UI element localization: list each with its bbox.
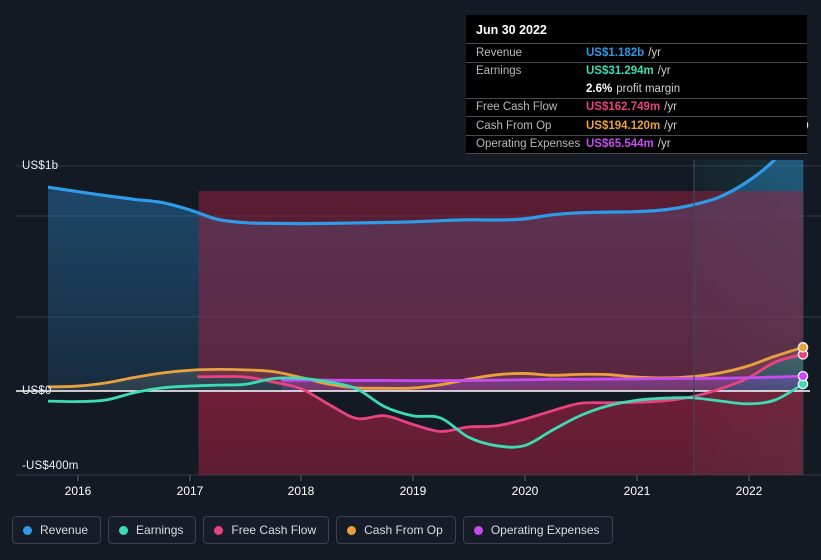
x-axis-label-2020: 2020 — [511, 484, 539, 498]
legend-item-label: Revenue — [40, 523, 89, 537]
x-axis-ticks — [77, 475, 750, 481]
legend-item-label: Earnings — [136, 523, 184, 537]
tooltip-row: Free Cash Flow US$162.749m/yr — [466, 97, 807, 117]
tooltip-row-value: 2.6% — [586, 82, 613, 95]
legend-color-dot-icon — [214, 525, 224, 535]
data-tooltip: Jun 30 2022 Revenue US$1.182b/yr Earnings U… — [466, 15, 807, 154]
legend-item-label: Free Cash Flow — [231, 523, 317, 537]
tooltip-bottom-rule — [466, 153, 807, 154]
x-axis-label-2017: 2017 — [176, 484, 204, 498]
tooltip-row-unit: /yr — [648, 46, 661, 59]
tooltip-row-value: US$194.120m — [586, 119, 661, 132]
x-axis-label-2019: 2019 — [399, 484, 427, 498]
tooltip-row-label: Earnings — [476, 65, 522, 78]
tooltip-row-unit: /yr — [657, 65, 671, 78]
legend-item-operating-expenses[interactable]: Operating Expenses — [462, 516, 613, 544]
tooltip-row: Cash From Op US$194.120m/yr — [466, 116, 807, 135]
tooltip-date: Jun 30 2022 — [476, 23, 547, 37]
legend-item-label: Cash From Op — [364, 523, 443, 537]
tooltip-row-value: US$31.294m — [586, 65, 654, 78]
legend-item-cash-from-op[interactable]: Cash From Op — [336, 516, 456, 544]
tooltip-row: Earnings US$31.294m/yr — [466, 61, 807, 81]
tooltip-row: Operating Expenses US$65.544m/yr — [466, 134, 807, 154]
tooltip-row-value: US$65.544m — [586, 138, 654, 151]
tooltip-row-value: US$162.749m — [586, 101, 661, 114]
legend-color-dot-icon — [347, 525, 357, 535]
x-axis-label-2016: 2016 — [64, 484, 92, 498]
tooltip-row-label: Free Cash Flow — [476, 101, 558, 114]
tooltip-row-unit: /yr — [664, 119, 677, 132]
legend-color-dot-icon — [473, 525, 483, 535]
tooltip-row-label: Cash From Op — [476, 119, 552, 132]
legend-item-revenue[interactable]: Revenue — [12, 516, 102, 544]
legend-item-free-cash-flow[interactable]: Free Cash Flow — [203, 516, 330, 544]
tooltip-rows: Revenue US$1.182b/yr Earnings US$31.294m/yr… — [466, 43, 807, 153]
tooltip-row-value: US$1.182b — [586, 46, 645, 59]
x-axis-label-2022: 2022 — [735, 484, 763, 498]
legend-color-dot-icon — [119, 525, 129, 535]
y-axis-label-2: -US$400m — [22, 460, 79, 472]
legend-color-dot-icon — [23, 525, 32, 535]
y-axis-label-0: US$1b — [22, 160, 59, 172]
tooltip-row-unit: /yr — [664, 101, 677, 114]
tooltip-row: 2.6% profit margin — [466, 80, 807, 98]
x-axis-label-2021: 2021 — [623, 484, 651, 498]
legend-item-label: Operating Expenses — [490, 523, 600, 537]
tooltip-row-unit: /yr — [657, 138, 671, 151]
y-axis-label-1: US$0 — [22, 385, 52, 397]
legend-item-earnings[interactable]: Earnings — [108, 516, 197, 544]
tooltip-row-unit: profit margin — [616, 82, 681, 95]
tooltip-row: Revenue US$1.182b/yr — [466, 43, 807, 62]
x-axis-label-2018: 2018 — [287, 484, 315, 498]
tooltip-row-label: Revenue — [476, 46, 523, 59]
chart-page: US$1b US$0 -US$400m 2016 2017 2018 2019 2020 20… — [0, 0, 821, 560]
chart-legend[interactable]: Revenue Earnings Free Cash Flow Cash From O… — [12, 516, 613, 544]
tooltip-row-label: Operating Expenses — [476, 138, 581, 151]
